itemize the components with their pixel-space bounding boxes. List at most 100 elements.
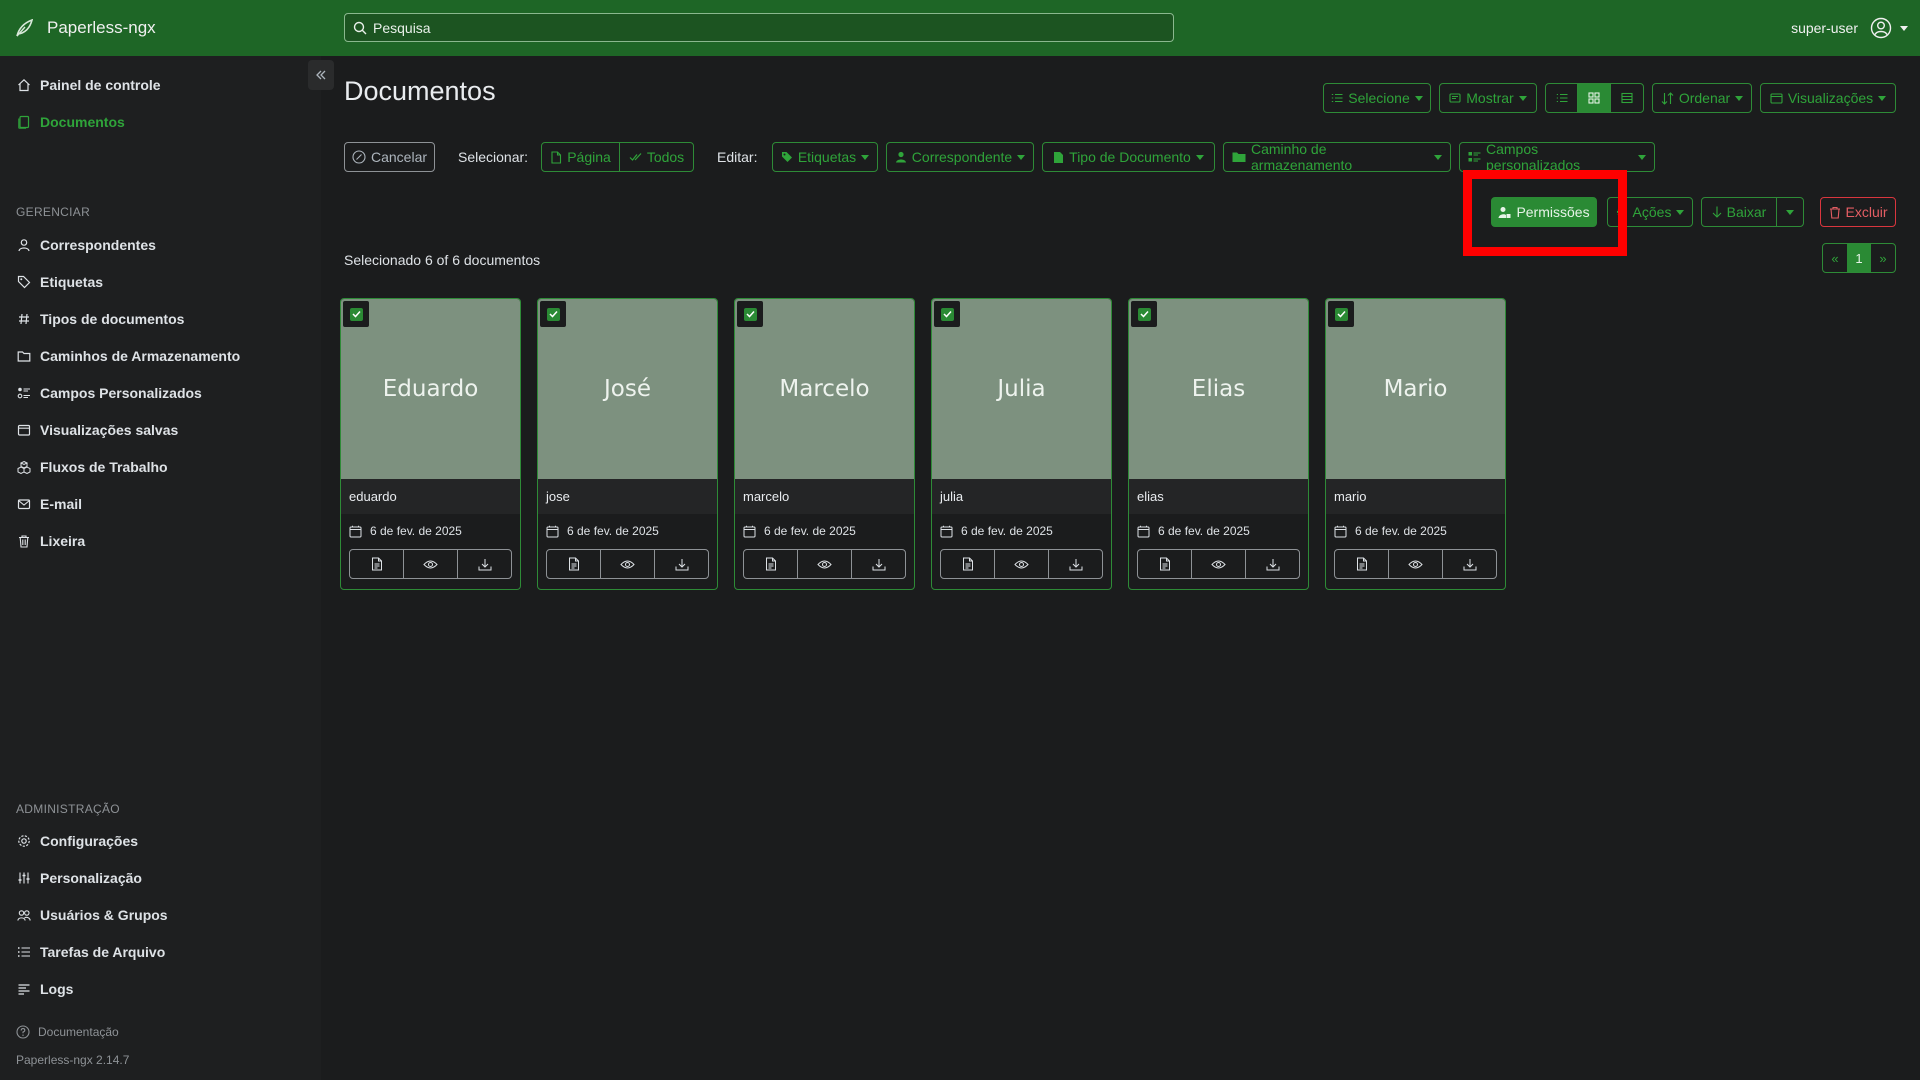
sidebar-item-users-groups[interactable]: Usuários & Grupos <box>16 903 168 927</box>
file-text-icon <box>568 557 580 571</box>
download-document-button[interactable] <box>655 550 708 578</box>
open-details-button[interactable] <box>1138 550 1192 578</box>
sidebar-item-settings[interactable]: Configurações <box>16 829 138 853</box>
sidebar-item-file-tasks[interactable]: Tarefas de Arquivo <box>16 940 165 964</box>
sidebar-item-label: Painel de controle <box>40 77 161 93</box>
check-icon <box>349 307 363 321</box>
sliders-icon <box>16 870 32 886</box>
sidebar-item-logs[interactable]: Logs <box>16 977 73 1001</box>
tags-icon <box>16 274 32 290</box>
sidebar-item-label: Lixeira <box>40 533 86 549</box>
delete-button[interactable]: Excluir <box>1820 197 1896 227</box>
document-select-checkbox[interactable] <box>1131 301 1157 327</box>
file-text-icon <box>765 557 777 571</box>
app-version: Paperless-ngx 2.14.7 <box>16 1053 130 1067</box>
document-date: 6 de fev. de 2025 <box>743 524 856 538</box>
document-card[interactable]: José jose 6 de fev. de 2025 <box>537 298 718 590</box>
sidebar-item-document-types[interactable]: Tipos de documentos <box>16 307 184 331</box>
thumbnail-text: Mario <box>1383 376 1448 402</box>
preview-button[interactable] <box>995 550 1049 578</box>
open-details-button[interactable] <box>941 550 995 578</box>
page-title: Documentos <box>344 76 496 106</box>
open-details-button[interactable] <box>547 550 601 578</box>
sidebar-collapse-button[interactable] <box>308 60 334 90</box>
preview-button[interactable] <box>1389 550 1443 578</box>
documentation-link[interactable]: Documentação <box>16 1025 119 1039</box>
user-menu[interactable]: super-user <box>1791 0 1908 56</box>
download-document-button[interactable] <box>1443 550 1496 578</box>
preview-button[interactable] <box>798 550 852 578</box>
sidebar-item-customization[interactable]: Personalização <box>16 866 142 890</box>
chevron-down-icon <box>1900 25 1908 31</box>
download-group: Baixar <box>1701 197 1804 227</box>
sidebar-item-label: Personalização <box>40 870 142 886</box>
open-details-button[interactable] <box>1335 550 1389 578</box>
search-input[interactable] <box>373 19 1153 36</box>
open-details-button[interactable] <box>350 550 404 578</box>
sidebar-item-label: Logs <box>40 981 74 997</box>
document-card[interactable]: Julia julia 6 de fev. de 2025 <box>931 298 1112 590</box>
select-page-button[interactable]: Página <box>542 143 620 171</box>
document-card[interactable]: Mario mario 6 de fev. de 2025 <box>1325 298 1506 590</box>
pagination-prev[interactable]: « <box>1823 244 1847 272</box>
brand[interactable]: Paperless-ngx <box>15 18 345 38</box>
document-select-checkbox[interactable] <box>934 301 960 327</box>
sidebar-item-saved-views[interactable]: Visualizações salvas <box>16 418 178 442</box>
view-grid-button[interactable] <box>1578 84 1611 112</box>
download-icon <box>478 558 492 571</box>
calendar-icon <box>1334 525 1347 538</box>
sidebar-item-email[interactable]: E-mail <box>16 492 82 516</box>
storage-path-dropdown-button[interactable]: Caminho de armazenamento <box>1223 141 1451 173</box>
sidebar-item-documents[interactable]: Documentos <box>16 110 125 134</box>
preview-button[interactable] <box>1192 550 1246 578</box>
person-fill-icon <box>895 151 907 163</box>
document-date: 6 de fev. de 2025 <box>349 524 462 538</box>
tags-dropdown-button[interactable]: Etiquetas <box>772 142 878 172</box>
preview-button[interactable] <box>601 550 655 578</box>
download-document-button[interactable] <box>852 550 905 578</box>
download-options-button[interactable] <box>1777 198 1803 226</box>
download-document-button[interactable] <box>1049 550 1102 578</box>
file-icon <box>550 150 562 164</box>
pagination-next[interactable]: » <box>1871 244 1895 272</box>
sidebar-item-workflows[interactable]: Fluxos de Trabalho <box>16 455 168 479</box>
list-check-icon <box>1331 92 1343 104</box>
document-card[interactable]: Eduardo eduardo 6 de fev. de 2025 <box>340 298 521 590</box>
custom-fields-dropdown-button[interactable]: Campos personalizados <box>1459 141 1655 173</box>
view-list-button[interactable] <box>1546 84 1579 112</box>
download-button[interactable]: Baixar <box>1702 198 1777 226</box>
sidebar-item-dashboard[interactable]: Painel de controle <box>16 73 161 97</box>
download-document-button[interactable] <box>1246 550 1299 578</box>
x-circle-icon <box>352 150 366 164</box>
pagination-page[interactable]: 1 <box>1847 244 1871 272</box>
ui-radios-icon <box>16 385 32 401</box>
top-navbar: Paperless-ngx super-user <box>0 0 1920 56</box>
file-text-icon <box>1159 557 1171 571</box>
sidebar-item-trash[interactable]: Lixeira <box>16 529 85 553</box>
search-box[interactable] <box>344 13 1174 42</box>
open-details-button[interactable] <box>744 550 798 578</box>
view-details-button[interactable] <box>1611 84 1643 112</box>
document-type-dropdown-button[interactable]: Tipo de Documento <box>1042 142 1215 172</box>
select-all-button[interactable]: Todos <box>620 143 693 171</box>
download-document-button[interactable] <box>458 550 511 578</box>
document-select-checkbox[interactable] <box>343 301 369 327</box>
correspondent-dropdown-button[interactable]: Correspondente <box>886 142 1034 172</box>
sidebar-item-correspondents[interactable]: Correspondentes <box>16 233 156 257</box>
sort-dropdown-button[interactable]: Ordenar <box>1652 83 1752 113</box>
sidebar-item-custom-fields[interactable]: Campos Personalizados <box>16 381 202 405</box>
sidebar-item-storage-paths[interactable]: Caminhos de Armazenamento <box>16 344 240 368</box>
views-dropdown-button[interactable]: Visualizações <box>1760 83 1896 113</box>
cancel-button[interactable]: Cancelar <box>344 142 435 172</box>
document-card[interactable]: Marcelo marcelo 6 de fev. de 2025 <box>734 298 915 590</box>
select-dropdown-button[interactable]: Selecione <box>1323 83 1431 113</box>
sidebar-item-label: Tipos de documentos <box>40 311 185 327</box>
document-select-checkbox[interactable] <box>540 301 566 327</box>
sidebar-item-tags[interactable]: Etiquetas <box>16 270 103 294</box>
show-dropdown-button[interactable]: Mostrar <box>1439 83 1537 113</box>
document-select-checkbox[interactable] <box>1328 301 1354 327</box>
preview-button[interactable] <box>404 550 458 578</box>
document-card[interactable]: Elias elias 6 de fev. de 2025 <box>1128 298 1309 590</box>
thumbnail-text: José <box>604 376 651 402</box>
document-select-checkbox[interactable] <box>737 301 763 327</box>
